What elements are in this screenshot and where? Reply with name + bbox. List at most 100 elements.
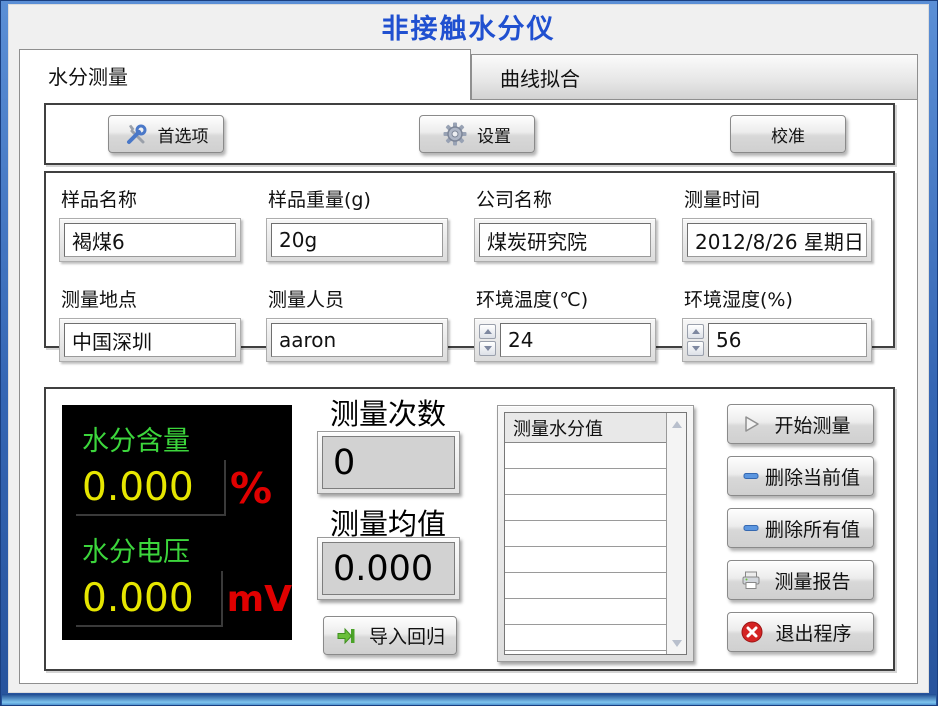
triangle-down-icon [484, 346, 492, 351]
settings-button[interactable]: 设置 [419, 115, 535, 153]
exit-program-label: 退出程序 [764, 619, 863, 646]
tab-moisture-measurement[interactable]: 水分测量 [19, 49, 471, 100]
lcd-display: 水分含量 0.000 % 水分电压 0.000 mV [62, 405, 292, 640]
field-company-name: 公司名称 煤炭研究院 [474, 185, 682, 262]
tab-label: 水分测量 [48, 61, 128, 90]
field-label: 样品重量(g) [268, 185, 474, 212]
printer-icon [740, 569, 762, 591]
humidity-stepper [687, 323, 704, 357]
measure-time-input[interactable]: 2012/8/26 星期日 [687, 223, 867, 257]
triangle-up-icon [672, 421, 682, 428]
tab-page-moisture: 首选项 [19, 99, 918, 684]
measurement-report-label: 测量报告 [762, 567, 863, 594]
temperature-stepper [479, 323, 496, 357]
moisture-values-list[interactable]: 测量水分值 [504, 412, 687, 655]
list-item[interactable] [505, 547, 666, 573]
list-item[interactable] [505, 443, 666, 469]
field-label: 环境温度(℃) [476, 285, 682, 312]
field-ambient-humidity: 环境湿度(%) 56 [682, 285, 893, 362]
start-measurement-label: 开始测量 [762, 411, 863, 438]
titlebar: 非接触水分仪 [9, 5, 928, 47]
sample-form: 样品名称 褐煤6 样品重量(g) 20g 公司名称 煤炭研究院 测量时间 201… [46, 173, 893, 362]
list-item[interactable] [505, 573, 666, 599]
triangle-down-icon [672, 640, 682, 647]
voltage-unit: mV [227, 579, 292, 620]
moisture-voltage-label: 水分电压 [82, 530, 292, 569]
list-scrollbar[interactable] [666, 413, 686, 654]
moisture-unit: % [230, 464, 272, 513]
field-sample-weight: 样品重量(g) 20g [266, 185, 474, 262]
triangle-up-icon [484, 329, 492, 334]
measure-average-indicator: 0.000 [317, 537, 460, 600]
minus-icon [740, 465, 762, 487]
spin-down-button[interactable] [479, 341, 496, 356]
window-frame: 非接触水分仪 水分测量 曲线拟合 [0, 0, 938, 706]
list-item[interactable] [505, 469, 666, 495]
list-item[interactable] [505, 599, 666, 625]
minus-icon [740, 517, 762, 539]
delete-all-values-label: 删除所有值 [762, 515, 863, 542]
action-button-column: 开始测量 删除当前值 [727, 404, 874, 652]
moisture-values-listbox: 测量水分值 [497, 405, 694, 662]
moisture-content-label: 水分含量 [82, 419, 292, 458]
measurement-group: 水分含量 0.000 % 水分电压 0.000 mV 测量次数 0 测量均值 [44, 387, 895, 671]
import-arrow-icon [335, 625, 357, 647]
tab-bar: 水分测量 曲线拟合 [19, 49, 918, 100]
triangle-down-icon [692, 346, 700, 351]
delete-current-value-label: 删除当前值 [762, 463, 863, 490]
page-title: 非接触水分仪 [382, 7, 556, 46]
play-icon [740, 413, 762, 435]
measure-count-label: 测量次数 [310, 391, 466, 433]
measure-location-input[interactable]: 中国深圳 [64, 323, 236, 357]
spin-down-button[interactable] [687, 341, 704, 356]
triangle-up-icon [692, 329, 700, 334]
field-label: 测量地点 [61, 285, 266, 312]
exit-x-icon [740, 620, 764, 644]
sample-name-input[interactable]: 褐煤6 [64, 223, 236, 257]
window-frame-bottom [2, 694, 936, 705]
exit-program-button[interactable]: 退出程序 [727, 612, 874, 652]
spin-up-button[interactable] [479, 324, 496, 339]
field-label: 测量人员 [268, 285, 474, 312]
scroll-up-button[interactable] [667, 415, 686, 433]
measurement-report-button[interactable]: 测量报告 [727, 560, 874, 600]
delete-all-values-button[interactable]: 删除所有值 [727, 508, 874, 548]
app-window: 非接触水分仪 水分测量 曲线拟合 [8, 4, 929, 693]
moisture-voltage-value: 0.000 [76, 571, 223, 627]
moisture-content-value: 0.000 [76, 460, 226, 516]
measure-count-indicator: 0 [317, 431, 460, 494]
list-item[interactable] [505, 495, 666, 521]
list-item[interactable] [505, 521, 666, 547]
preferences-button[interactable]: 首选项 [108, 115, 224, 153]
delete-current-value-button[interactable]: 删除当前值 [727, 456, 874, 496]
start-measurement-button[interactable]: 开始测量 [727, 404, 874, 444]
preferences-label: 首选项 [158, 122, 209, 147]
field-label: 测量时间 [684, 185, 893, 212]
measure-person-input[interactable]: aaron [271, 323, 443, 357]
field-measure-person: 测量人员 aaron [266, 285, 474, 362]
ambient-temperature-input[interactable]: 24 [500, 323, 651, 357]
field-measure-location: 测量地点 中国深圳 [59, 285, 266, 362]
toolbar-group: 首选项 [44, 103, 895, 165]
company-name-input[interactable]: 煤炭研究院 [479, 223, 651, 257]
spin-up-button[interactable] [687, 324, 704, 339]
measure-count-value: 0 [322, 436, 455, 489]
tools-icon [124, 122, 148, 146]
gear-icon [443, 122, 467, 146]
measure-average-value: 0.000 [322, 542, 455, 595]
sample-info-group: 样品名称 褐煤6 样品重量(g) 20g 公司名称 煤炭研究院 测量时间 201… [44, 171, 895, 348]
settings-label: 设置 [477, 122, 511, 147]
sample-weight-input[interactable]: 20g [271, 223, 443, 257]
tab-curve-fitting[interactable]: 曲线拟合 [471, 54, 918, 100]
field-label: 环境湿度(%) [684, 285, 893, 312]
scroll-down-button[interactable] [667, 634, 686, 652]
import-regression-label: 导入回归 [369, 622, 445, 649]
import-regression-button[interactable]: 导入回归 [323, 616, 457, 655]
ambient-humidity-input[interactable]: 56 [708, 323, 867, 357]
calibrate-label: 校准 [771, 122, 805, 147]
list-item[interactable] [505, 625, 666, 651]
field-measure-time: 测量时间 2012/8/26 星期日 [682, 185, 893, 262]
calibrate-button[interactable]: 校准 [730, 115, 846, 153]
tab-label: 曲线拟合 [500, 63, 580, 92]
list-header: 测量水分值 [505, 413, 666, 443]
